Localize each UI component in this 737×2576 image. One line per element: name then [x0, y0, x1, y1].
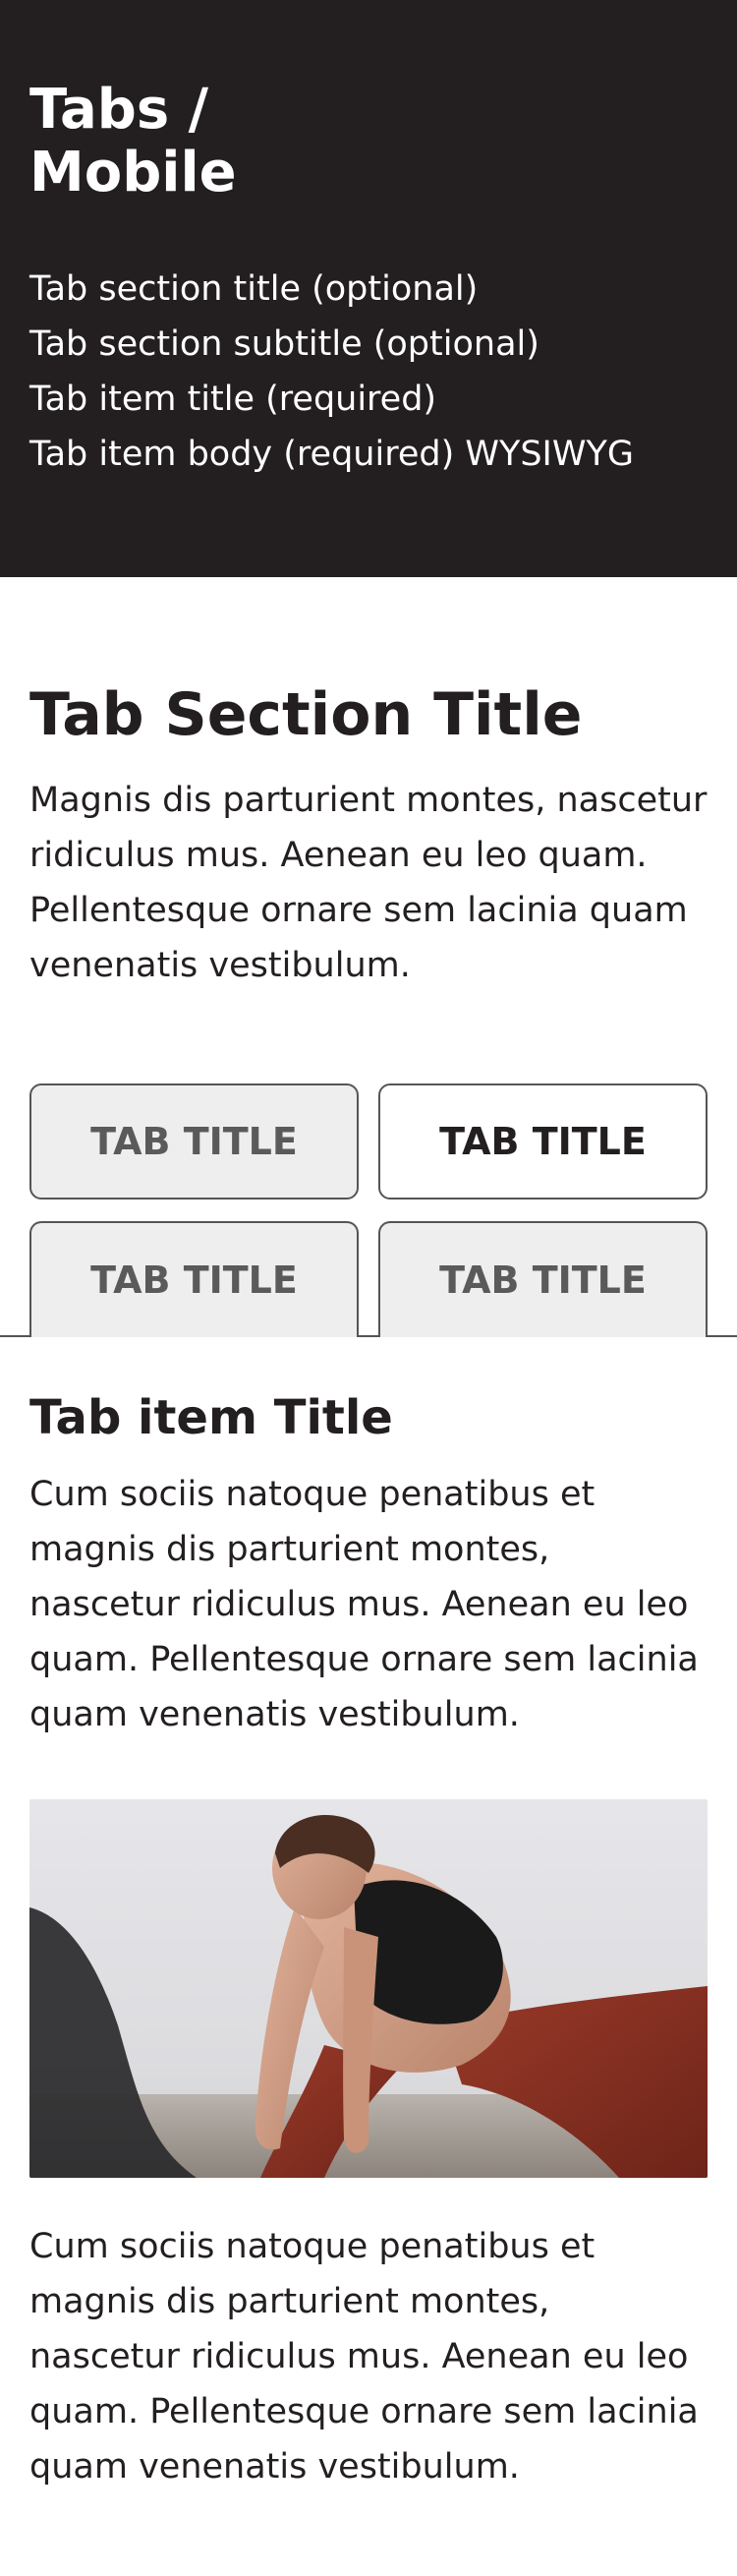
- tab-1[interactable]: TAB TITLE: [29, 1083, 359, 1200]
- tab-section: Tab Section Title Magnis dis parturient …: [0, 577, 737, 1337]
- field-item: Tab section title (optional): [29, 269, 479, 309]
- yoga-photo: [29, 1799, 708, 2178]
- field-list: Tab section title (optional) Tab section…: [29, 262, 708, 482]
- tab-3[interactable]: TAB TITLE: [29, 1221, 359, 1337]
- tab-item-body-secondary: Cum sociis natoque penatibus et magnis d…: [29, 2227, 699, 2487]
- tab-item-body: Cum sociis natoque penatibus et magnis d…: [29, 1475, 699, 1734]
- field-item: Tab section subtitle (optional): [29, 324, 539, 364]
- tab-4[interactable]: TAB TITLE: [378, 1221, 708, 1337]
- tab-2[interactable]: TAB TITLE: [378, 1083, 708, 1200]
- hero-title-line-2: Mobile: [29, 141, 237, 205]
- tab-list: TAB TITLE TAB TITLE TAB TITLE TAB TITLE: [29, 1083, 708, 1337]
- field-item: Tab item body (required) WYSIWYG: [29, 435, 634, 474]
- field-item: Tab item title (required): [29, 380, 437, 419]
- tab-panel: Tab item Title Cum sociis natoque penati…: [0, 1337, 737, 2494]
- section-subtitle: Magnis dis parturient montes, nascetur r…: [29, 781, 708, 985]
- tab-item-title: Tab item Title: [29, 1390, 393, 1445]
- hero-banner: Tabs / Mobile Tab section title (optiona…: [0, 0, 737, 577]
- section-title: Tab Section Title: [29, 680, 583, 749]
- hero-title-line-1: Tabs /: [29, 78, 209, 142]
- hero-title: Tabs / Mobile: [29, 79, 708, 205]
